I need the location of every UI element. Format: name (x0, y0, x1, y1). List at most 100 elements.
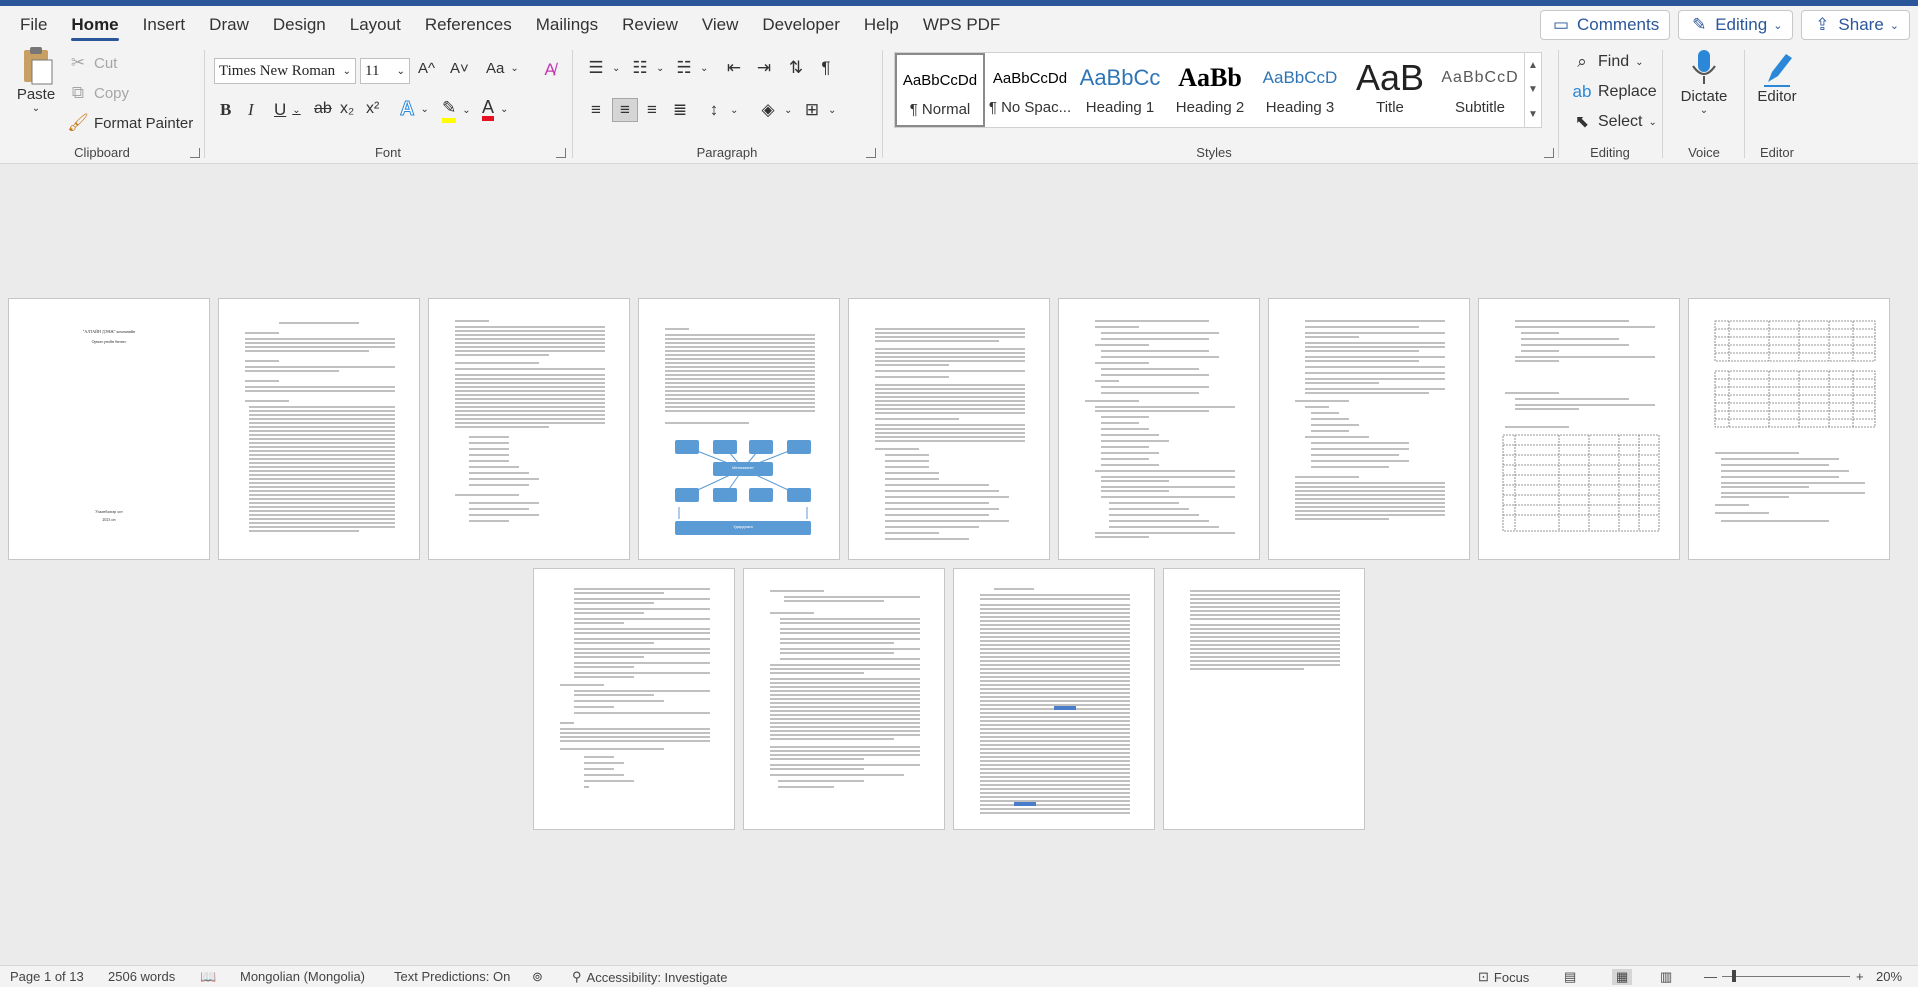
replace-button[interactable]: ab Replace (1572, 82, 1657, 102)
document-canvas[interactable]: "АЛТАЙН ДЭНЖ" компанийн Орчин үеийн бизн… (0, 165, 1918, 965)
page-8[interactable] (1478, 298, 1680, 560)
bullets-button[interactable]: ☰ ⌄ (586, 58, 620, 78)
page-6[interactable] (1058, 298, 1260, 560)
share-button[interactable]: ⇪ Share ⌄ (1801, 10, 1910, 40)
tab-review[interactable]: Review (610, 6, 690, 44)
justify-button[interactable]: ≣ (670, 100, 690, 120)
style-subtitle[interactable]: AaBbCcD Subtitle (1435, 53, 1525, 127)
page-12[interactable] (953, 568, 1155, 830)
line-spacing-button[interactable]: ↕ ⌄ (704, 100, 739, 120)
font-size-combo[interactable]: 11 ⌄ (360, 58, 410, 84)
decrease-indent-button[interactable]: ⇤ (724, 58, 744, 78)
comments-button[interactable]: ▭ Comments (1540, 10, 1671, 40)
sort-button[interactable]: ⇅ (786, 58, 806, 78)
page-11[interactable] (743, 568, 945, 830)
strikethrough-button[interactable]: ab (314, 100, 332, 118)
borders-button[interactable]: ⊞ ⌄ (802, 100, 837, 120)
styles-launcher-icon[interactable] (1544, 148, 1554, 158)
increase-indent-button[interactable]: ⇥ (754, 58, 774, 78)
page-10[interactable] (533, 568, 735, 830)
tab-help[interactable]: Help (852, 6, 911, 44)
page-13[interactable] (1163, 568, 1365, 830)
word-count[interactable]: 2506 words (108, 969, 175, 984)
italic-button[interactable]: I (248, 100, 254, 120)
align-left-button[interactable]: ≡ (586, 100, 606, 120)
tab-developer[interactable]: Developer (750, 6, 852, 44)
align-right-button[interactable]: ≡ (642, 100, 662, 120)
paste-button[interactable]: Paste ⌄ (14, 46, 58, 114)
tab-home[interactable]: Home (59, 6, 130, 44)
dictate-button[interactable]: Dictate ⌄ (1674, 48, 1734, 116)
tab-view[interactable]: View (690, 6, 751, 44)
chevron-up-icon[interactable]: ▲ (1528, 60, 1538, 71)
web-layout-button[interactable]: ▥ (1660, 969, 1672, 985)
numbering-button[interactable]: ☷ ⌄ (630, 58, 664, 78)
chevron-down-icon: ⌄ (1889, 19, 1899, 32)
proofing-button[interactable]: 📖 (200, 969, 216, 985)
editor-button[interactable]: Editor (1752, 48, 1802, 105)
page-7[interactable] (1268, 298, 1470, 560)
style-heading-1[interactable]: AaBbCc Heading 1 (1075, 53, 1165, 127)
shading-button[interactable]: ◈ ⌄ (758, 100, 792, 120)
page-4[interactable]: Менежмент Удирдлага (638, 298, 840, 560)
tab-draw[interactable]: Draw (197, 6, 261, 44)
tab-design[interactable]: Design (261, 6, 338, 44)
zoom-out-button[interactable]: — (1704, 969, 1717, 984)
subscript-button[interactable]: x₂ (340, 100, 354, 118)
multilevel-list-button[interactable]: ☵ ⌄ (674, 58, 708, 78)
grow-font-button[interactable]: A^ (418, 60, 435, 77)
tab-insert[interactable]: Insert (131, 6, 198, 44)
chevron-down-icon[interactable]: ▼ (1528, 84, 1538, 95)
tab-layout[interactable]: Layout (338, 6, 413, 44)
zoom-level[interactable]: 20% (1876, 969, 1902, 984)
clear-formatting-button[interactable]: A̸ (540, 60, 560, 80)
language-indicator[interactable]: Mongolian (Mongolia) (240, 969, 365, 984)
style-normal[interactable]: AaBbCcDd ¶ Normal (895, 53, 985, 127)
highlight-button[interactable]: ✎ ⌄ (442, 98, 471, 123)
page-3[interactable] (428, 298, 630, 560)
copy-button[interactable]: ⧉ Copy (68, 83, 129, 103)
cut-button[interactable]: ✂ Cut (68, 53, 117, 73)
bold-button[interactable]: B (220, 100, 231, 120)
format-painter-button[interactable]: 🖌 Format Painter (67, 113, 193, 133)
shrink-font-button[interactable]: A˅ (450, 60, 469, 77)
page-1[interactable]: "АЛТАЙН ДЭНЖ" компанийн Орчин үеийн бизн… (8, 298, 210, 560)
style-title[interactable]: AaB Title (1345, 53, 1435, 127)
font-color-button[interactable]: A ⌄ (482, 98, 508, 121)
editing-mode-button[interactable]: ✎ Editing ⌄ (1678, 10, 1794, 40)
page-5[interactable] (848, 298, 1050, 560)
focus-button[interactable]: ⊡ Focus (1478, 969, 1529, 985)
underline-button[interactable]: U ⌄ (274, 100, 301, 120)
zoom-slider[interactable] (1722, 970, 1850, 982)
zoom-in-button[interactable]: + (1856, 969, 1864, 984)
font-name-combo[interactable]: Times New Roman ⌄ (214, 58, 356, 84)
style-heading-2[interactable]: AaBb Heading 2 (1165, 53, 1255, 127)
align-center-button[interactable]: ≡ (612, 98, 638, 122)
page-2[interactable] (218, 298, 420, 560)
accessibility-button[interactable]: ⚲ Accessibility: Investigate (572, 969, 727, 985)
text-effects-button[interactable]: A ⌄ (399, 98, 428, 121)
paragraph-launcher-icon[interactable] (866, 148, 876, 158)
clipboard-launcher-icon[interactable] (190, 148, 200, 158)
predictions-icon[interactable]: ⊚ (532, 969, 543, 985)
tab-file[interactable]: File (0, 6, 59, 44)
tab-wps-pdf[interactable]: WPS PDF (911, 6, 1012, 44)
tab-mailings[interactable]: Mailings (524, 6, 610, 44)
styles-scroll[interactable]: ▲ ▼ ▼ (1524, 52, 1542, 128)
superscript-button[interactable]: x² (366, 100, 379, 118)
style-heading-3[interactable]: AaBbCcD Heading 3 (1255, 53, 1345, 127)
font-launcher-icon[interactable] (556, 148, 566, 158)
change-case-button[interactable]: Aa ⌄ (486, 60, 519, 77)
zoom-slider-thumb[interactable] (1732, 970, 1736, 982)
tab-references[interactable]: References (413, 6, 524, 44)
page-9[interactable] (1688, 298, 1890, 560)
more-styles-icon[interactable]: ▼ (1528, 109, 1538, 120)
show-formatting-button[interactable]: ¶ (816, 58, 836, 78)
style-no-spacing[interactable]: AaBbCcDd ¶ No Spac... (985, 53, 1075, 127)
read-mode-button[interactable]: ▤ (1564, 969, 1576, 985)
select-button[interactable]: ⬉ Select ⌄ (1572, 112, 1657, 132)
print-layout-button[interactable]: ▦ (1612, 969, 1633, 985)
page-counter[interactable]: Page 1 of 13 (10, 969, 84, 984)
find-button[interactable]: ⌕ Find ⌄ (1572, 52, 1643, 72)
text-predictions[interactable]: Text Predictions: On (394, 969, 510, 984)
